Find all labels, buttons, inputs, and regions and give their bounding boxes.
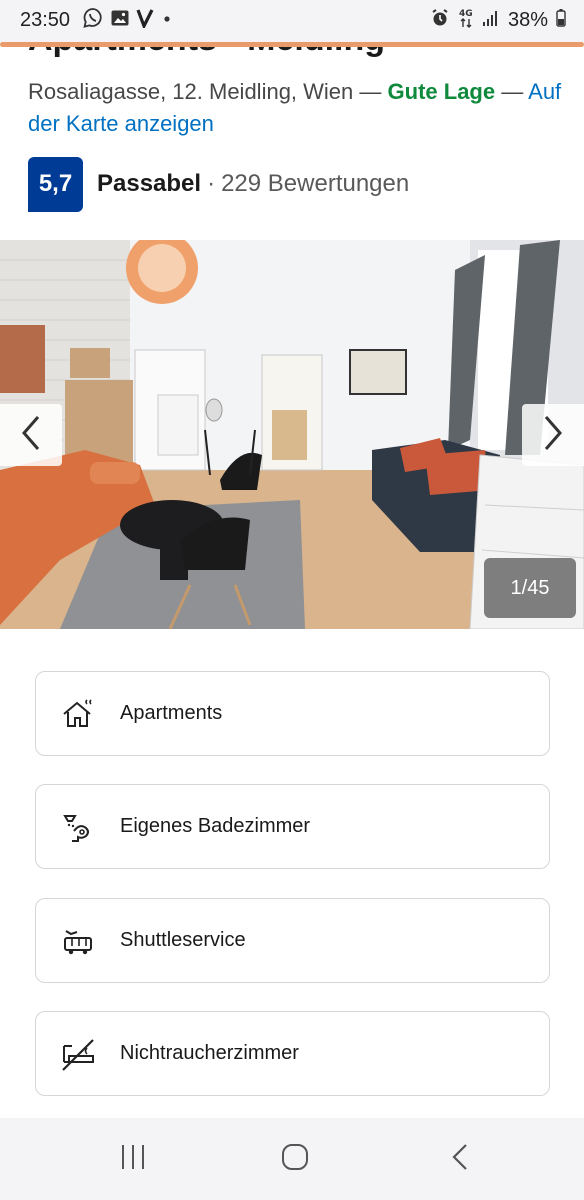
chevron-right-icon	[540, 413, 566, 458]
facility-label: Shuttleservice	[120, 929, 246, 951]
recent-apps-button[interactable]	[103, 1138, 163, 1180]
photo-prev-button[interactable]	[0, 404, 62, 466]
signal-icon	[482, 8, 500, 33]
facility-label: Eigenes Badezimmer	[120, 815, 311, 837]
facility-non-smoking[interactable]: Nichtraucherzimmer	[35, 1011, 550, 1096]
status-bar: 23:50 4G 38%	[0, 0, 584, 42]
recent-apps-icon	[118, 1143, 148, 1176]
facility-label: Apartments	[120, 702, 223, 724]
battery-icon	[556, 8, 566, 33]
home-button[interactable]	[265, 1138, 325, 1180]
svg-text:4G: 4G	[459, 9, 473, 19]
review-count: 229 Bewertungen	[221, 170, 410, 197]
address-text: Rosaliagasse, 12. Meidling, Wien	[28, 79, 354, 104]
review-score-row[interactable]: 5,7 Passabel · 229 Bewertungen	[28, 156, 409, 212]
no-smoking-icon	[36, 1011, 120, 1096]
facility-shuttle[interactable]: Shuttleservice	[35, 898, 550, 983]
address-separator-2: —	[501, 79, 524, 104]
v-app-icon	[136, 8, 154, 33]
back-icon	[448, 1142, 472, 1177]
house-icon	[36, 671, 120, 756]
status-time: 23:50	[20, 9, 71, 31]
battery-percent: 38%	[507, 8, 548, 31]
review-score-word: Passabel	[97, 170, 202, 197]
address-separator: —	[359, 79, 382, 104]
4g-icon: 4G	[458, 7, 474, 34]
status-icons-right: 4G 38%	[430, 8, 566, 32]
shuttle-bus-icon	[36, 898, 120, 983]
address-block: Rosaliagasse, 12. Meidling, Wien — Gute …	[28, 76, 568, 140]
viber-icon	[82, 7, 104, 34]
chevron-left-icon	[18, 413, 44, 458]
location-rating: Gute Lage	[387, 79, 496, 104]
rating-separator: ·	[207, 170, 216, 197]
shower-icon	[36, 784, 120, 869]
facility-private-bathroom[interactable]: Eigenes Badezimmer	[35, 784, 550, 869]
system-nav-bar	[0, 1118, 584, 1200]
gallery-icon	[110, 8, 130, 33]
alarm-icon	[430, 8, 450, 33]
review-score-badge: 5,7	[28, 156, 83, 212]
photo-counter: 1/45	[484, 558, 576, 618]
dot-icon	[160, 8, 174, 33]
back-button[interactable]	[430, 1138, 490, 1180]
photo-next-button[interactable]	[522, 404, 584, 466]
home-icon	[280, 1142, 310, 1177]
facility-apartments[interactable]: Apartments	[35, 671, 550, 756]
facility-label: Nichtraucherzimmer	[120, 1042, 299, 1064]
scroll-progress-line	[0, 42, 584, 47]
status-icons-left	[82, 7, 174, 34]
